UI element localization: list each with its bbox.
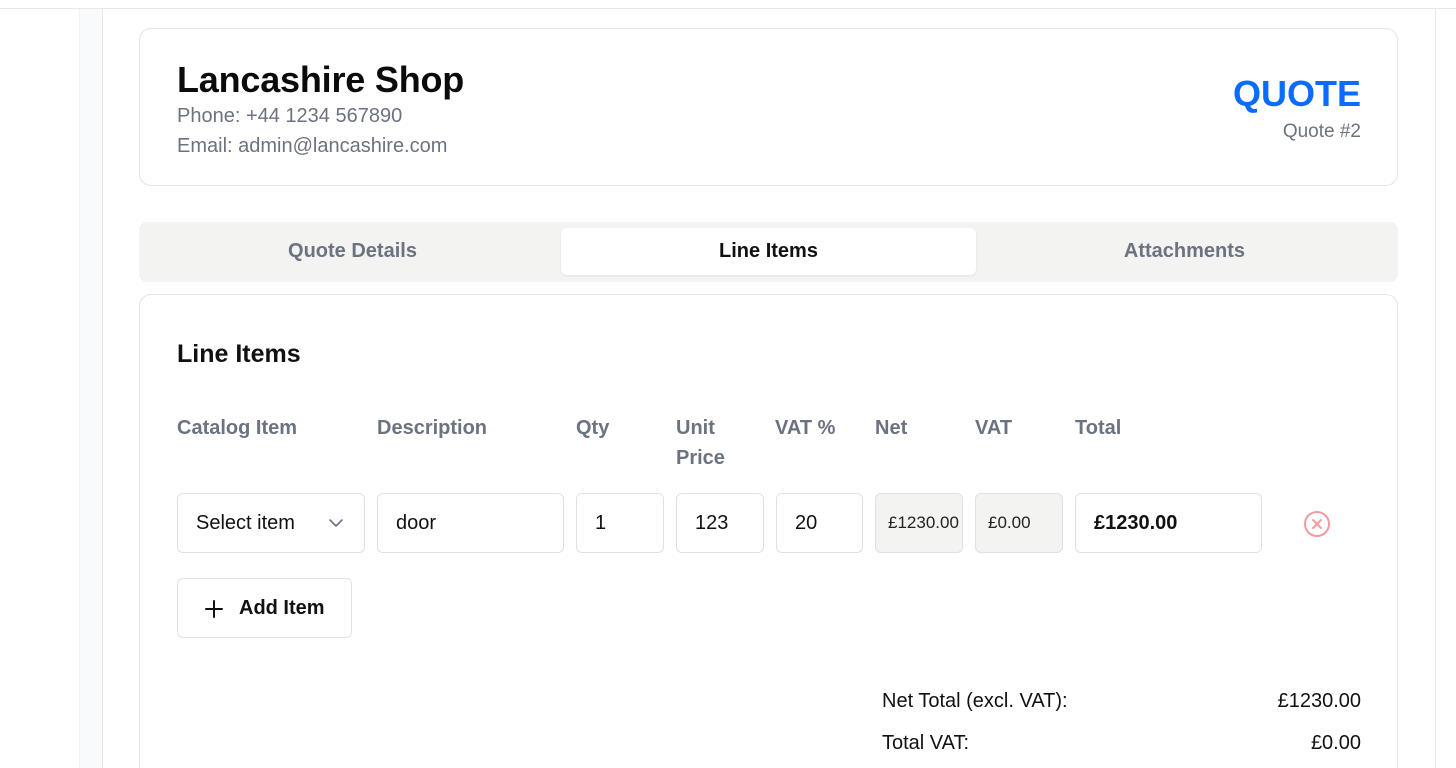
catalog-item-select-value: Select item (196, 511, 295, 534)
document-type-title: QUOTE (1232, 73, 1361, 114)
column-header-vat-percent: VAT % (775, 417, 836, 439)
catalog-item-select[interactable]: Select item (177, 493, 365, 553)
vat-percent-input[interactable]: 20 (776, 493, 863, 553)
unit-price-input[interactable]: 123 (676, 493, 764, 553)
column-header-net: Net (875, 417, 908, 439)
tab-bar: Quote Details Line Items Attachments (139, 222, 1398, 282)
column-header-description: Description (377, 417, 488, 439)
right-rail (1435, 9, 1436, 768)
tab-quote-details[interactable]: Quote Details (145, 228, 560, 275)
unit-price-value: 123 (695, 511, 729, 534)
section-title: Line Items (177, 340, 301, 368)
net-amount-field: £1230.00 (875, 493, 963, 553)
quote-number: Quote #2 (1282, 121, 1361, 142)
add-item-label: Add Item (239, 597, 325, 619)
tab-line-items[interactable]: Line Items (561, 228, 976, 275)
shop-name: Lancashire Shop (177, 59, 465, 100)
column-header-unit-price: Unit Price (676, 417, 725, 469)
total-amount-field: £1230.00 (1075, 493, 1262, 553)
top-border (0, 8, 1456, 9)
net-total-value: £1230.00 (1277, 690, 1361, 712)
column-header-catalog-item: Catalog Item (177, 417, 298, 439)
net-total-label: Net Total (excl. VAT): (882, 690, 1068, 712)
qty-input[interactable]: 1 (576, 493, 664, 553)
column-header-vat: VAT (975, 417, 1013, 439)
plus-icon (205, 600, 223, 618)
shop-phone: Phone: +44 1234 567890 (177, 105, 403, 127)
tab-attachments[interactable]: Attachments (977, 228, 1392, 275)
add-item-button[interactable]: Add Item (177, 578, 352, 638)
column-header-total: Total (1075, 417, 1122, 439)
description-input[interactable]: door (377, 493, 564, 553)
left-gutter (79, 9, 103, 768)
vat-amount-field: £0.00 (975, 493, 1063, 553)
shop-email: Email: admin@lancashire.com (177, 135, 448, 157)
total-vat-label: Total VAT: (882, 732, 970, 754)
quote-header-card: Lancashire Shop Phone: +44 1234 567890 E… (139, 28, 1398, 186)
column-header-qty: Qty (576, 417, 610, 439)
chevron-down-icon (329, 519, 343, 527)
line-items-card: Line Items Catalog Item Description Qty … (139, 294, 1398, 768)
total-vat-value: £0.00 (1310, 732, 1361, 754)
x-circle-icon[interactable] (1303, 510, 1331, 538)
